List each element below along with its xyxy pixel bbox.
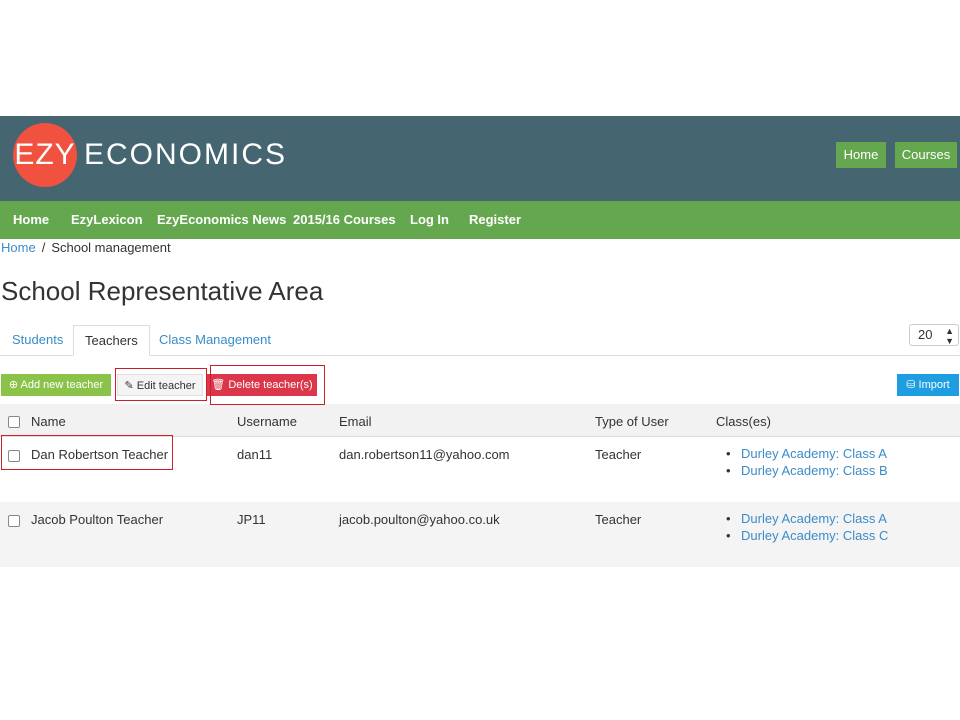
row-checkbox[interactable] [8, 515, 20, 527]
list-item: Durley Academy: Class A [724, 445, 888, 462]
column-header-email[interactable]: Email [339, 414, 372, 429]
nav-item-news[interactable]: EzyEconomics News [157, 201, 286, 239]
column-header-name[interactable]: Name [31, 414, 66, 429]
page-title: School Representative Area [1, 276, 324, 306]
breadcrumb-separator: / [41, 240, 46, 255]
nav-item-register[interactable]: Register [469, 201, 521, 239]
breadcrumb-current: School management [51, 240, 171, 255]
list-item: Durley Academy: Class C [724, 527, 888, 544]
teacher-classes-list: Durley Academy: Class A Durley Academy: … [724, 445, 888, 479]
add-teacher-button[interactable]: ⊕ Add new teacher [1, 374, 111, 396]
teacher-name: Dan Robertson Teacher [31, 447, 169, 462]
teacher-type: Teacher [595, 512, 642, 527]
nav-item-home[interactable]: Home [13, 201, 49, 239]
edit-teacher-button[interactable]: ✎ Edit teacher [117, 374, 203, 396]
logo-wordmark[interactable]: ECONOMICS [84, 123, 287, 187]
import-label: Import [918, 379, 950, 391]
header-home-button[interactable]: Home [836, 142, 886, 168]
edit-icon: ✎ [124, 380, 134, 392]
app-screen: EZY ECONOMICS Home Courses Home EzyLexic… [0, 116, 960, 568]
tab-class-management[interactable]: Class Management [159, 325, 271, 355]
column-header-username[interactable]: Username [237, 414, 297, 429]
select-arrows-icon: ▲ ▼ [945, 326, 954, 346]
class-link[interactable]: Durley Academy: Class A [741, 446, 887, 461]
table-row: Dan Robertson Teacher dan11 dan.robertso… [0, 437, 960, 503]
page-size-value: 20 [918, 327, 933, 342]
plus-circle-icon: ⊕ [8, 379, 19, 391]
class-link[interactable]: Durley Academy: Class C [741, 528, 888, 543]
nav-item-ezylexicon[interactable]: EzyLexicon [71, 201, 143, 239]
teacher-type: Teacher [595, 447, 642, 462]
teacher-email: jacob.poulton@yahoo.co.uk [339, 512, 500, 527]
list-item: Durley Academy: Class A [724, 510, 888, 527]
column-header-type[interactable]: Type of User [595, 414, 669, 429]
select-all-checkbox[interactable] [8, 416, 20, 428]
breadcrumb: Home / School management [1, 240, 171, 255]
main-nav: Home EzyLexicon EzyEconomics News 2015/1… [0, 201, 960, 239]
teacher-username: dan11 [237, 447, 273, 462]
import-button[interactable]: ⛁ Import [897, 374, 959, 396]
teacher-name: Jacob Poulton Teacher [31, 512, 164, 527]
table-header: Name Username Email Type of User Class(e… [0, 404, 960, 437]
nav-item-login[interactable]: Log In [410, 201, 449, 239]
tab-students[interactable]: Students [12, 325, 63, 355]
header-courses-button[interactable]: Courses [895, 142, 957, 168]
teacher-username: JP11 [237, 512, 266, 527]
teacher-classes-list: Durley Academy: Class A Durley Academy: … [724, 510, 888, 544]
delete-teacher-label: Delete teacher(s) [228, 379, 313, 391]
page-size-select[interactable]: 20 ▲ ▼ [909, 324, 959, 346]
teacher-email: dan.robertson11@yahoo.com [339, 447, 510, 462]
table-row: Jacob Poulton Teacher JP11 jacob.poulton… [0, 502, 960, 567]
column-header-classes[interactable]: Class(es) [716, 414, 771, 429]
row-checkbox[interactable] [8, 450, 20, 462]
breadcrumb-home-link[interactable]: Home [1, 240, 36, 255]
nav-item-courses[interactable]: 2015/16 Courses [293, 201, 396, 239]
tab-teachers[interactable]: Teachers [73, 325, 150, 356]
class-link[interactable]: Durley Academy: Class B [741, 463, 888, 478]
delete-teacher-button[interactable]: 🗑 Delete teacher(s) [207, 374, 317, 396]
database-icon: ⛁ [906, 379, 916, 391]
trash-icon: 🗑 [211, 379, 226, 391]
edit-teacher-label: Edit teacher [136, 380, 196, 392]
logo-mark[interactable]: EZY [13, 123, 77, 187]
brand-header: EZY ECONOMICS Home Courses [0, 116, 960, 201]
add-teacher-label: Add new teacher [20, 379, 104, 391]
class-link[interactable]: Durley Academy: Class A [741, 511, 887, 526]
list-item: Durley Academy: Class B [724, 462, 888, 479]
